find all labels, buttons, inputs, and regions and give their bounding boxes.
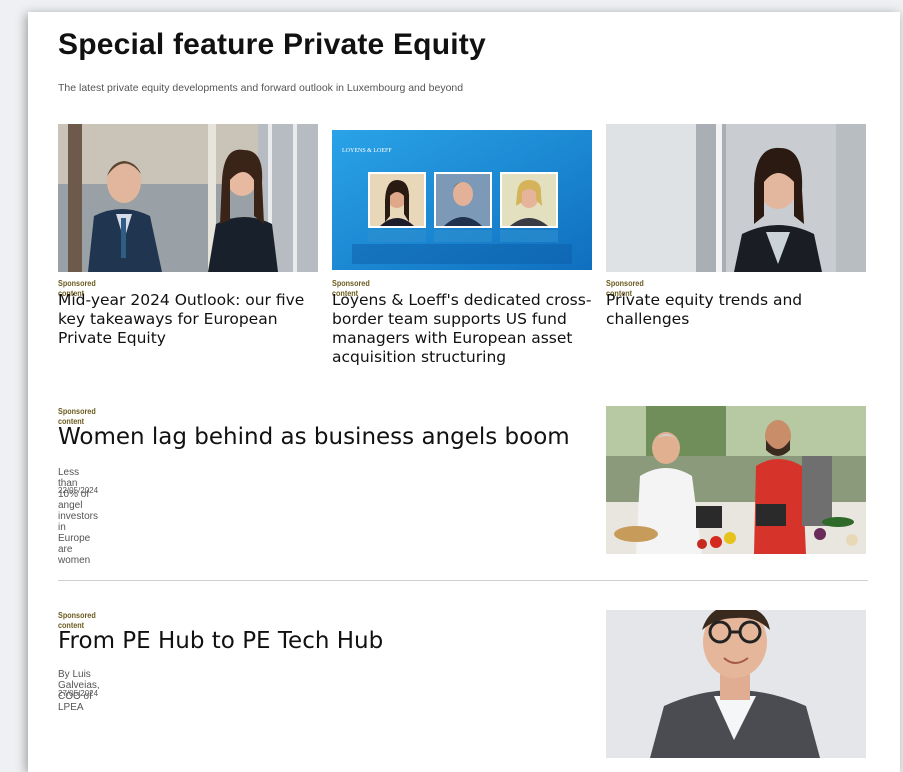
brand-logo-text: LOYENS & LOEFF — [342, 148, 392, 154]
feature-date: 27/05/2024 — [58, 689, 99, 698]
sponsored-label: Sponsored content — [58, 406, 96, 426]
feature-thumbnail[interactable] — [606, 610, 866, 758]
article-title[interactable]: Private equity trends and challenges — [606, 291, 868, 329]
article-thumbnail[interactable]: LOYENS & LOEFF — [332, 130, 592, 270]
article-title[interactable]: Mid-year 2024 Outlook: our five key take… — [58, 291, 320, 348]
page-panel: Special feature Private Equity The lates… — [28, 12, 900, 772]
businesswoman-photo — [606, 124, 866, 272]
page-subtitle: The latest private equity developments a… — [58, 82, 464, 94]
feature-date: 22/05/2024 — [58, 486, 99, 495]
page-title: Special feature Private Equity — [58, 28, 486, 61]
article-title[interactable]: Loyens & Loeff's dedicated cross-border … — [332, 291, 602, 367]
cooking-class-photo — [606, 406, 866, 554]
article-thumbnail[interactable] — [58, 124, 318, 272]
two-professionals-photo — [58, 124, 318, 272]
sponsored-label: Sponsored content — [58, 610, 96, 630]
man-portrait-photo — [606, 610, 866, 758]
feature-subtitle: Less than 10% of angel investors in Euro… — [58, 467, 99, 566]
loyens-loeff-banner-image: LOYENS & LOEFF — [332, 130, 592, 270]
feature-thumbnail[interactable] — [606, 406, 866, 554]
feature-title[interactable]: Women lag behind as business angels boom — [58, 424, 570, 450]
section-divider — [58, 580, 868, 581]
feature-title[interactable]: From PE Hub to PE Tech Hub — [58, 628, 383, 654]
article-thumbnail[interactable] — [606, 124, 866, 272]
